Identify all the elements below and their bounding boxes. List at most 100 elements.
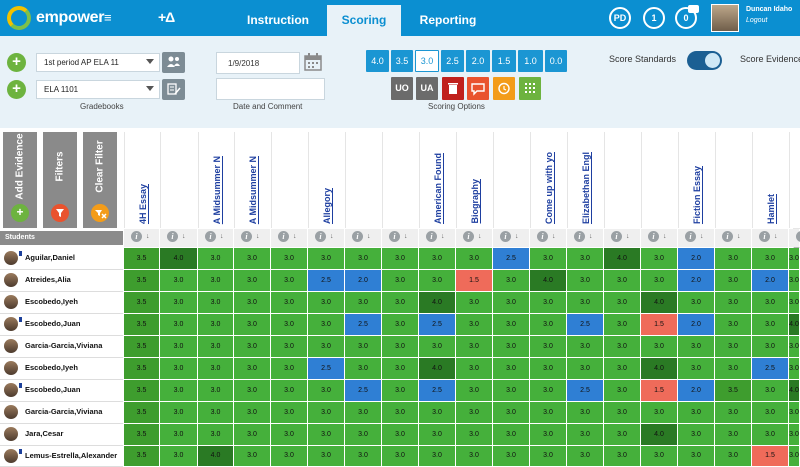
score-cell[interactable]: 3.0 bbox=[234, 380, 271, 402]
score-mode-toggle[interactable] bbox=[687, 51, 722, 70]
score-cell[interactable]: 3.0 bbox=[789, 402, 800, 424]
column-info-cell[interactable]: i↓ bbox=[604, 229, 641, 247]
score-cell[interactable]: 2.5 bbox=[567, 314, 604, 336]
comment-button[interactable] bbox=[467, 77, 489, 100]
score-cell[interactable]: 3.0 bbox=[789, 358, 800, 380]
score-cell[interactable]: 2.5 bbox=[752, 358, 789, 380]
column-header-label[interactable]: Fiction Essay bbox=[692, 166, 702, 224]
comment-field[interactable] bbox=[216, 78, 325, 100]
sort-down-icon[interactable]: ↓ bbox=[146, 233, 150, 240]
info-icon[interactable]: i bbox=[611, 231, 622, 242]
clear-filter-button[interactable]: Clear Filter bbox=[83, 132, 117, 228]
column-header[interactable]: 4H Essay bbox=[124, 132, 160, 228]
student-name[interactable]: Garcia-Garcia,Viviana bbox=[25, 407, 102, 416]
score-cell[interactable]: 3.0 bbox=[493, 402, 530, 424]
info-icon[interactable]: i bbox=[205, 231, 216, 242]
column-info-cell[interactable]: i↓ bbox=[641, 229, 678, 247]
date-field[interactable]: 1/9/2018 bbox=[216, 52, 300, 74]
info-icon[interactable]: i bbox=[685, 231, 696, 242]
score-cell[interactable]: 2.0 bbox=[678, 314, 715, 336]
score-cell[interactable]: 3.0 bbox=[752, 248, 789, 270]
student-name[interactable]: Escobedo,Juan bbox=[25, 385, 80, 394]
score-cell[interactable]: 3.0 bbox=[382, 292, 419, 314]
score-cell[interactable]: 3.0 bbox=[345, 292, 382, 314]
score-cell[interactable]: 3.0 bbox=[308, 380, 345, 402]
score-cell[interactable]: 3.0 bbox=[308, 248, 345, 270]
score-cell[interactable]: 3.0 bbox=[198, 380, 234, 402]
sort-down-icon[interactable]: ↓ bbox=[552, 233, 556, 240]
score-cell[interactable]: 3.0 bbox=[308, 314, 345, 336]
score-cell[interactable]: 3.0 bbox=[456, 402, 493, 424]
score-cell[interactable]: 4.0 bbox=[789, 380, 800, 402]
column-header[interactable]: Come up with yo bbox=[530, 132, 567, 228]
column-header[interactable]: A Midsummer N bbox=[234, 132, 271, 228]
score-cell[interactable]: 3.0 bbox=[530, 336, 567, 358]
student-name[interactable]: Escobedo,Iyeh bbox=[25, 297, 78, 306]
score-cell[interactable]: 3.0 bbox=[604, 424, 641, 446]
info-icon[interactable]: i bbox=[278, 231, 289, 242]
score-cell[interactable]: 3.0 bbox=[271, 380, 308, 402]
score-cell[interactable]: 3.0 bbox=[604, 314, 641, 336]
score-cell[interactable]: 3.0 bbox=[641, 248, 678, 270]
score-cell[interactable]: 3.0 bbox=[198, 314, 234, 336]
score-button-0-0[interactable]: 0.0 bbox=[545, 50, 567, 72]
score-uo-button[interactable]: UO bbox=[391, 77, 413, 100]
score-cell[interactable]: 3.0 bbox=[678, 446, 715, 467]
info-icon[interactable]: i bbox=[574, 231, 585, 242]
student-name[interactable]: Garcia-Garcia,Viviana bbox=[25, 341, 102, 350]
column-info-cell[interactable]: i↓ bbox=[678, 229, 715, 247]
score-cell[interactable]: 4.0 bbox=[198, 446, 234, 467]
column-info-cell[interactable]: i↓ bbox=[382, 229, 419, 247]
score-cell[interactable]: 3.0 bbox=[789, 424, 800, 446]
score-cell[interactable]: 3.0 bbox=[678, 292, 715, 314]
score-cell[interactable]: 3.0 bbox=[382, 248, 419, 270]
score-cell[interactable]: 3.0 bbox=[234, 248, 271, 270]
score-cell[interactable]: 3.0 bbox=[752, 424, 789, 446]
score-cell[interactable]: 3.0 bbox=[456, 336, 493, 358]
score-cell[interactable]: 3.0 bbox=[345, 446, 382, 467]
sort-down-icon[interactable]: ↓ bbox=[589, 233, 593, 240]
score-cell[interactable]: 2.0 bbox=[678, 248, 715, 270]
score-cell[interactable]: 2.5 bbox=[419, 314, 456, 336]
people-button[interactable]: 1 bbox=[643, 7, 665, 29]
column-info-cell[interactable]: i↓ bbox=[456, 229, 493, 247]
score-cell[interactable]: 3.0 bbox=[604, 358, 641, 380]
score-cell[interactable]: 3.0 bbox=[641, 270, 678, 292]
score-cell[interactable]: 3.0 bbox=[493, 336, 530, 358]
score-cell[interactable]: 3.0 bbox=[530, 402, 567, 424]
column-header-label[interactable]: 4H Essay bbox=[138, 184, 148, 224]
column-info-cell[interactable]: i↓ bbox=[308, 229, 345, 247]
score-cell[interactable]: 3.0 bbox=[493, 446, 530, 467]
score-cell[interactable]: 4.0 bbox=[641, 358, 678, 380]
score-cell[interactable]: 3.0 bbox=[715, 336, 752, 358]
score-cell[interactable]: 1.5 bbox=[641, 314, 678, 336]
score-cell[interactable]: 3.0 bbox=[715, 270, 752, 292]
score-cell[interactable]: 3.0 bbox=[160, 358, 198, 380]
score-cell[interactable]: 3.0 bbox=[382, 402, 419, 424]
sort-down-icon[interactable]: ↓ bbox=[478, 233, 482, 240]
score-cell[interactable]: 4.0 bbox=[789, 314, 800, 336]
score-cell[interactable]: 3.0 bbox=[456, 446, 493, 467]
score-cell[interactable]: 3.0 bbox=[493, 380, 530, 402]
column-info-cell[interactable]: i↓ bbox=[124, 229, 160, 247]
student-name[interactable]: Jara,Cesar bbox=[25, 429, 63, 438]
score-cell[interactable]: 3.0 bbox=[456, 314, 493, 336]
info-icon[interactable]: i bbox=[648, 231, 659, 242]
column-info-cell[interactable]: i↓ bbox=[345, 229, 382, 247]
score-cell[interactable]: 4.0 bbox=[160, 248, 198, 270]
column-header-label[interactable]: American Found bbox=[433, 153, 443, 224]
student-row[interactable]: Lemus-Estrella,Alexander bbox=[0, 446, 123, 467]
score-ua-button[interactable]: UA bbox=[416, 77, 438, 100]
class-settings-button[interactable] bbox=[162, 79, 185, 100]
score-cell[interactable]: 3.0 bbox=[752, 292, 789, 314]
info-icon[interactable]: i bbox=[500, 231, 511, 242]
score-cell[interactable]: 4.0 bbox=[641, 424, 678, 446]
score-cell[interactable]: 3.0 bbox=[234, 314, 271, 336]
brand-mark[interactable]: +Δ bbox=[158, 9, 175, 25]
score-cell[interactable]: 3.0 bbox=[308, 424, 345, 446]
score-cell[interactable]: 3.5 bbox=[124, 424, 160, 446]
score-cell[interactable]: 3.0 bbox=[345, 358, 382, 380]
score-cell[interactable]: 3.0 bbox=[567, 248, 604, 270]
score-cell[interactable]: 3.0 bbox=[160, 314, 198, 336]
score-cell[interactable]: 3.0 bbox=[789, 248, 800, 270]
